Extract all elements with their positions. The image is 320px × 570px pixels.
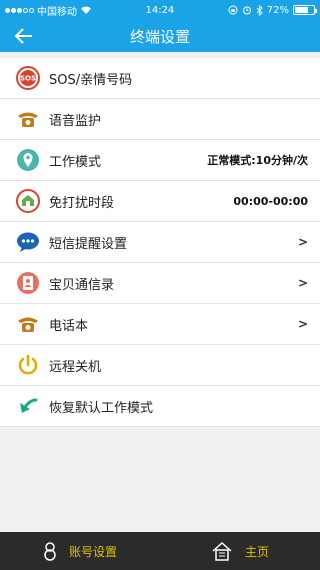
contacts-icon xyxy=(16,271,40,295)
lock-rotation-icon xyxy=(228,5,238,15)
wifi-icon xyxy=(81,6,91,14)
bluetooth-icon xyxy=(256,4,263,16)
settings-row-sms-reminder[interactable]: 短信提醒设置 > xyxy=(0,222,320,263)
row-label: 短信提醒设置 xyxy=(49,236,128,252)
phone-book-icon xyxy=(16,312,40,336)
page-title: 终端设置 xyxy=(129,27,190,46)
settings-row-voice-monitor[interactable]: 语音监护 xyxy=(0,99,320,140)
tab-label: 主页 xyxy=(244,544,269,559)
chevron-right-icon: > xyxy=(297,276,308,290)
settings-row-do-not-disturb[interactable]: 免打扰时段 00:00-00:00 xyxy=(0,181,320,222)
back-arrow-icon[interactable] xyxy=(12,24,36,48)
row-value: 00:00-00:00 xyxy=(233,194,308,208)
carrier-label: 中国移动 xyxy=(37,6,77,18)
settings-row-work-mode[interactable]: 工作模式 正常模式:10分钟/次 xyxy=(0,140,320,181)
tab-home[interactable]: 主页 xyxy=(160,532,320,570)
location-pin-icon xyxy=(16,148,40,172)
alarm-icon xyxy=(242,6,251,15)
row-label: 恢复默认工作模式 xyxy=(49,400,154,416)
row-label: 工作模式 xyxy=(49,154,102,170)
power-icon xyxy=(16,353,40,377)
settings-row-contacts[interactable]: 宝贝通信录 > xyxy=(0,263,320,304)
signal-icon xyxy=(5,7,34,13)
status-bar: 中国移动 14:24 72% xyxy=(0,0,320,20)
settings-row-remote-shutdown[interactable]: 远程关机 xyxy=(0,345,320,386)
do-not-disturb-icon xyxy=(16,189,40,213)
phone-icon xyxy=(16,107,40,131)
row-label: SOS/亲情号码 xyxy=(49,72,133,88)
battery-icon xyxy=(293,5,317,15)
home-icon xyxy=(212,541,232,561)
row-label: 宝贝通信录 xyxy=(49,277,115,293)
sos-icon: SOS xyxy=(16,66,40,90)
row-label: 语音监护 xyxy=(49,113,102,129)
settings-list: SOS SOS/亲情号码 语音监护 工作模式 正常模式:10分钟/次 免打扰时段… xyxy=(0,58,320,427)
chat-bubble-icon xyxy=(16,230,40,254)
svg-text:SOS: SOS xyxy=(20,75,36,83)
person-icon xyxy=(44,542,56,561)
chevron-right-icon: > xyxy=(297,235,308,249)
row-label: 免打扰时段 xyxy=(49,195,115,211)
clock: 14:24 xyxy=(145,4,175,16)
status-right: 72% xyxy=(228,4,317,16)
chevron-right-icon: > xyxy=(297,317,308,331)
row-label: 远程关机 xyxy=(49,359,102,375)
status-left: 中国移动 xyxy=(5,3,92,18)
settings-row-phone-book[interactable]: 电话本 > xyxy=(0,304,320,345)
settings-row-sos[interactable]: SOS SOS/亲情号码 xyxy=(0,58,320,99)
battery-fill xyxy=(295,7,308,13)
battery-percent: 72% xyxy=(266,4,289,16)
row-value: 正常模式:10分钟/次 xyxy=(207,154,308,167)
bottom-bar: 账号设置 主页 xyxy=(0,532,320,570)
settings-row-restore-default[interactable]: 恢复默认工作模式 xyxy=(0,386,320,427)
tab-label: 账号设置 xyxy=(68,544,117,559)
tab-account-settings[interactable]: 账号设置 xyxy=(0,532,160,570)
app-header: 终端设置 xyxy=(0,20,320,52)
restore-icon xyxy=(16,394,40,418)
row-label: 电话本 xyxy=(49,318,89,334)
